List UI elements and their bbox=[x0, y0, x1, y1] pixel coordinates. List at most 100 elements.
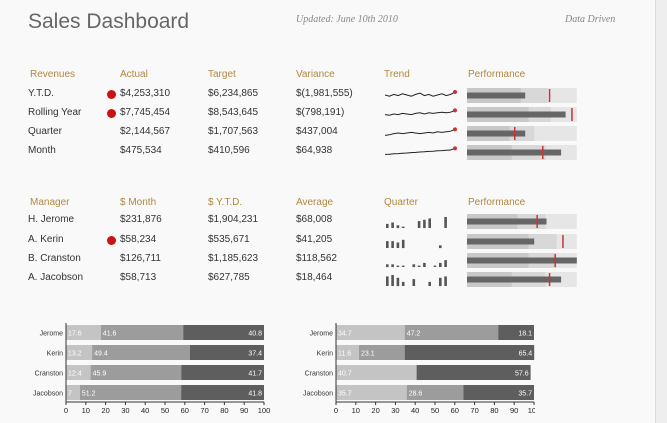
alert-dot bbox=[107, 109, 116, 118]
row-label: Rolling Year bbox=[28, 107, 82, 118]
trend-sparkline bbox=[384, 146, 457, 155]
quarter-bar bbox=[391, 222, 394, 228]
ytd-value: $627,785 bbox=[208, 272, 250, 283]
quarter-bar bbox=[444, 260, 447, 267]
data-label: 13.2 bbox=[68, 351, 82, 358]
actual-value: $4,253,310 bbox=[120, 88, 171, 99]
bullet-target-marker bbox=[548, 89, 551, 102]
data-label: 51.2 bbox=[82, 391, 96, 398]
data-label: 49.4 bbox=[94, 351, 108, 358]
quarter-bar bbox=[433, 265, 437, 267]
performance-bullet bbox=[467, 126, 577, 141]
target-value: $8,543,645 bbox=[208, 107, 259, 118]
x-tick-label: 90 bbox=[510, 406, 518, 415]
trend-sparkline bbox=[384, 127, 457, 136]
manager-name: A. Kerin bbox=[28, 234, 64, 245]
category-label: Cranston bbox=[305, 371, 334, 378]
x-tick-label: 40 bbox=[141, 406, 149, 415]
x-tick-label: 80 bbox=[490, 406, 498, 415]
revenue-row-ytd: Y.T.D. $4,253,310 $6,234,865 $(1,981,555… bbox=[0, 87, 655, 103]
data-label: 41.8 bbox=[248, 391, 262, 398]
category-label: Jerome bbox=[310, 331, 333, 338]
quarter-minibars bbox=[386, 239, 442, 249]
revenue-row-quarter: Quarter $2,144,567 $1,707,563 $437,004 bbox=[0, 125, 655, 141]
data-label: 41.6 bbox=[103, 331, 117, 338]
quarter-bar bbox=[386, 276, 389, 286]
x-tick-label: 60 bbox=[451, 406, 459, 415]
performance-bullet bbox=[467, 272, 577, 287]
x-tick-label: 70 bbox=[200, 406, 208, 415]
col-ytd: $ Y.T.D. bbox=[208, 197, 243, 208]
page-title: Sales Dashboard bbox=[28, 10, 190, 33]
performance-bullet bbox=[467, 88, 577, 103]
brand-label: Data Driven bbox=[565, 14, 616, 25]
performance-bullet bbox=[467, 145, 577, 160]
row-label: Y.T.D. bbox=[28, 88, 54, 99]
bullet-value-bar bbox=[467, 276, 562, 283]
ytd-value: $1,904,231 bbox=[208, 214, 259, 225]
col-performance: Performance bbox=[468, 69, 526, 80]
stacked-bar-chart-left: Jerome 17.6 41.6 40.8 Kerin 13.2 49.4 37.4 Crans… bbox=[33, 323, 270, 415]
data-label: 65.4 bbox=[519, 351, 533, 358]
quarter-minibars bbox=[386, 275, 447, 287]
month-value: $231,876 bbox=[120, 214, 162, 225]
actual-value: $7,745,454 bbox=[120, 107, 171, 118]
bullet-target-marker bbox=[548, 273, 551, 286]
quarter-bar bbox=[391, 264, 394, 268]
manager-row-kerin: A. Kerin $58,234 $535,671 $41,205 bbox=[0, 233, 655, 249]
performance-bullet bbox=[467, 234, 577, 249]
x-tick-label: 30 bbox=[121, 406, 129, 415]
variance-value: $437,004 bbox=[296, 126, 338, 137]
data-label: 11.6 bbox=[338, 351, 351, 358]
category-label: Jerome bbox=[40, 331, 63, 338]
x-tick-label: 0 bbox=[64, 406, 68, 415]
bullet-value-bar bbox=[467, 238, 535, 245]
data-label: 28.6 bbox=[409, 391, 423, 398]
bullet-target-marker bbox=[536, 215, 538, 228]
quarter-bar bbox=[396, 225, 400, 229]
row-label: Quarter bbox=[28, 126, 62, 137]
performance-bullet bbox=[467, 214, 577, 229]
col-manager: Manager bbox=[30, 197, 70, 208]
quarter-bar bbox=[401, 239, 405, 249]
average-value: $118,562 bbox=[296, 253, 337, 264]
variance-value: $(798,191) bbox=[296, 107, 345, 118]
data-label: 35.7 bbox=[518, 391, 532, 398]
quarter-minibars bbox=[386, 260, 447, 268]
average-value: $41,205 bbox=[296, 234, 333, 245]
data-label: 40.7 bbox=[338, 371, 352, 378]
quarter-bar bbox=[428, 218, 431, 228]
x-tick-label: 40 bbox=[411, 406, 419, 415]
quarter-bar bbox=[444, 276, 447, 286]
bullet-value-bar bbox=[467, 257, 577, 264]
category-label: Cranston bbox=[35, 371, 64, 378]
sparkline-path bbox=[384, 91, 456, 97]
quarter-bar bbox=[386, 241, 389, 248]
x-tick-label: 0 bbox=[334, 406, 338, 415]
bar-segment bbox=[416, 365, 531, 380]
category-label: Jacobson bbox=[303, 391, 333, 398]
revenue-row-month: Month $475,534 $410,596 $64,938 bbox=[0, 144, 655, 160]
target-value: $410,596 bbox=[208, 145, 250, 156]
sparkline-path bbox=[384, 128, 456, 136]
col-quarter: Quarter bbox=[384, 197, 418, 208]
row-label: Month bbox=[28, 145, 56, 156]
average-value: $18,464 bbox=[296, 272, 333, 283]
target-value: $6,234,865 bbox=[208, 88, 259, 99]
data-label: 57.6 bbox=[515, 371, 529, 378]
bullet-value-bar bbox=[467, 218, 547, 225]
x-tick-label: 100 bbox=[528, 406, 535, 415]
quarter-bar bbox=[391, 241, 394, 248]
sparkline-end-dot bbox=[453, 146, 457, 151]
updated-date: Updated: June 10th 2010 bbox=[296, 14, 398, 25]
col-average: Average bbox=[296, 197, 334, 208]
category-label: Kerin bbox=[317, 351, 333, 358]
vertical-scrollbar[interactable] bbox=[655, 0, 667, 423]
data-label: 34.7 bbox=[338, 331, 352, 338]
month-value: $58,234 bbox=[120, 234, 157, 245]
ytd-value: $535,671 bbox=[208, 234, 250, 245]
data-label: 12.4 bbox=[68, 371, 82, 378]
trend-sparkline bbox=[384, 108, 457, 116]
col-month: $ Month bbox=[120, 197, 157, 208]
performance-bullet bbox=[467, 253, 577, 268]
